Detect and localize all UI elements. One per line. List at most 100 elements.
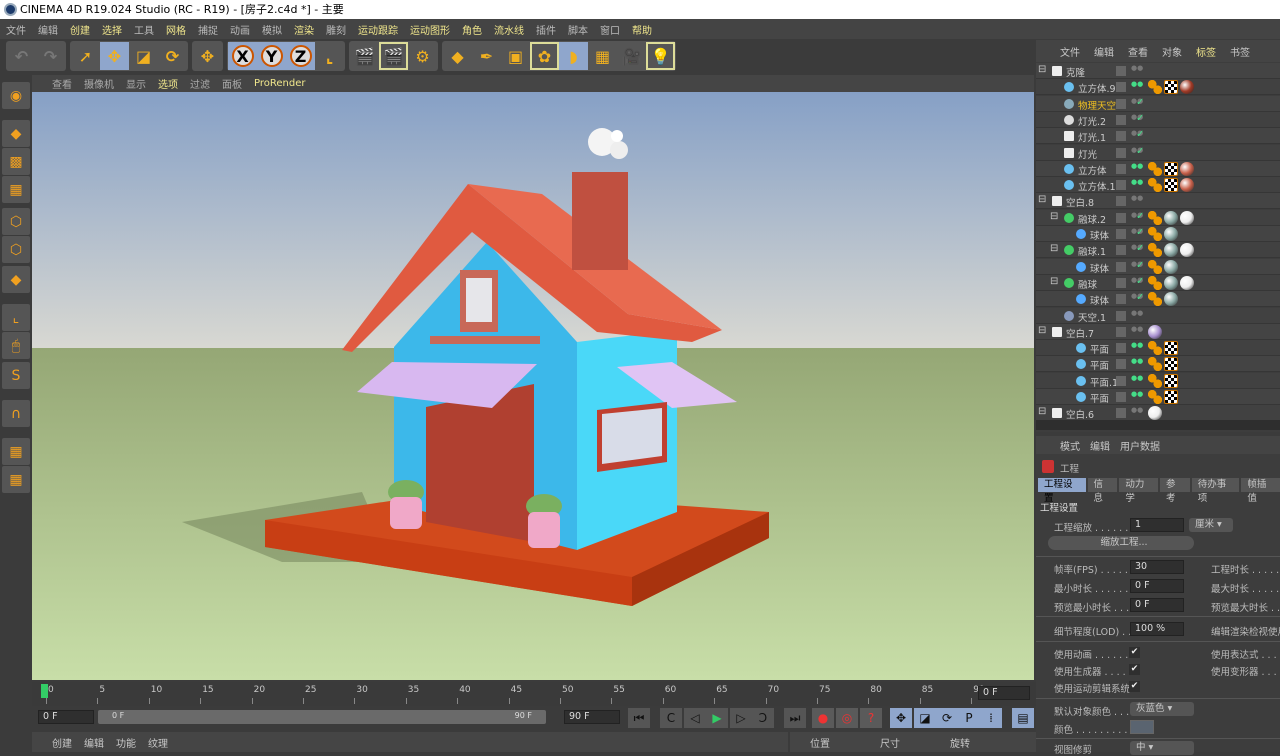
- use-generator-checkbox[interactable]: ✔: [1129, 664, 1140, 675]
- previous-key-button[interactable]: C: [660, 708, 682, 728]
- enabled-check-icon[interactable]: ✓: [1136, 211, 1144, 222]
- coordinate-system-button[interactable]: ⌞: [315, 42, 344, 70]
- object-name[interactable]: 灯光.1: [1078, 130, 1106, 144]
- timeline-window-button[interactable]: ▤: [1012, 708, 1034, 728]
- subdivision-button[interactable]: ▣: [501, 42, 530, 70]
- object-row[interactable]: 灯光.1 ●● ✓: [1036, 128, 1280, 145]
- uvw-tag[interactable]: [1164, 357, 1178, 372]
- visibility-dots[interactable]: ●●: [1131, 228, 1143, 240]
- layer-toggle[interactable]: [1116, 408, 1126, 419]
- solo-button[interactable]: S: [2, 362, 30, 389]
- layer-toggle[interactable]: [1116, 147, 1126, 158]
- uvw-tag[interactable]: [1164, 161, 1178, 176]
- layer-toggle[interactable]: [1116, 375, 1126, 386]
- phong-tag[interactable]: [1148, 227, 1162, 241]
- material-tag[interactable]: [1180, 210, 1194, 225]
- menu-item[interactable]: 脚本: [568, 22, 588, 37]
- viewport[interactable]: [32, 92, 1034, 680]
- object-name[interactable]: 灯光: [1078, 147, 1097, 161]
- enabled-check-icon[interactable]: ✓: [1136, 292, 1144, 303]
- menu-item[interactable]: 渲染: [294, 22, 314, 37]
- move-button[interactable]: ✥: [100, 42, 129, 70]
- layer-toggle[interactable]: [1116, 98, 1126, 109]
- enabled-check-icon[interactable]: ✓: [1136, 260, 1144, 271]
- keyframe-selection-button[interactable]: ?: [860, 708, 882, 728]
- menu-item[interactable]: 工具: [134, 22, 154, 37]
- object-name[interactable]: 平面: [1090, 391, 1109, 405]
- quantize-button[interactable]: ▦: [2, 466, 30, 493]
- menu-item[interactable]: 编辑: [38, 22, 58, 37]
- texture-mode-button[interactable]: ▩: [2, 148, 30, 175]
- render-settings-button[interactable]: ⚙: [408, 42, 437, 70]
- object-name[interactable]: 融球: [1078, 277, 1097, 291]
- enabled-check-icon[interactable]: ✓: [1136, 276, 1144, 287]
- phong-tag[interactable]: [1148, 292, 1162, 307]
- layer-toggle[interactable]: [1116, 163, 1126, 174]
- menu-item[interactable]: 雕刻: [326, 22, 346, 37]
- layer-toggle[interactable]: [1116, 245, 1126, 256]
- tab-2[interactable]: 动力学: [1119, 478, 1158, 504]
- make-editable-button[interactable]: ◉: [2, 82, 30, 109]
- visibility-dots[interactable]: ●●: [1131, 342, 1143, 354]
- workplane-button[interactable]: ▦: [2, 176, 30, 203]
- object-row[interactable]: ⊟ 融球.2 ●● ✓: [1036, 209, 1280, 226]
- menu-item[interactable]: 动画: [230, 22, 250, 37]
- layer-toggle[interactable]: [1116, 359, 1126, 370]
- phong-tag[interactable]: [1148, 357, 1162, 372]
- rotate-key-button[interactable]: ⟳: [936, 708, 958, 728]
- visibility-dots[interactable]: ●●: [1131, 97, 1143, 110]
- layer-toggle[interactable]: [1116, 212, 1126, 223]
- axis-mode-button[interactable]: ⌞: [2, 304, 30, 331]
- object-name[interactable]: 球体: [1090, 228, 1109, 242]
- visibility-dots[interactable]: ●●: [1131, 407, 1143, 419]
- floor-button[interactable]: ▦: [588, 42, 617, 70]
- object-row[interactable]: 球体 ●● ✓: [1036, 291, 1280, 308]
- visibility-dots[interactable]: ●●: [1131, 195, 1143, 207]
- y-axis-button[interactable]: Y: [257, 42, 286, 70]
- object-row[interactable]: 灯光.2 ●● ✓: [1036, 111, 1280, 128]
- object-name[interactable]: 空白.8: [1066, 195, 1094, 209]
- recent-tool-button[interactable]: ✥: [193, 42, 222, 70]
- material-menu-item[interactable]: 编辑: [84, 735, 104, 750]
- material-tag[interactable]: [1164, 227, 1178, 241]
- edges-mode-button[interactable]: ⬡: [2, 236, 30, 263]
- object-name[interactable]: 立方体: [1078, 163, 1107, 177]
- visibility-dots[interactable]: ●●: [1131, 113, 1143, 126]
- viewport-menu-item[interactable]: 显示: [126, 76, 146, 91]
- material-tag[interactable]: [1164, 210, 1178, 225]
- camera-button[interactable]: 🎥: [617, 42, 646, 70]
- use-animation-checkbox[interactable]: ✔: [1129, 647, 1140, 658]
- uvw-tag[interactable]: [1164, 80, 1178, 95]
- visibility-dots[interactable]: ●●: [1131, 211, 1143, 224]
- object-name[interactable]: 融球.2: [1078, 212, 1106, 226]
- phong-tag[interactable]: [1148, 243, 1162, 258]
- visibility-dots[interactable]: ●●: [1131, 276, 1143, 289]
- material-tag[interactable]: [1164, 243, 1178, 258]
- visibility-dots[interactable]: ●●: [1131, 309, 1143, 322]
- menu-item[interactable]: 角色: [462, 22, 482, 37]
- phong-tag[interactable]: [1148, 161, 1162, 176]
- previous-frame-button[interactable]: ◁: [684, 708, 706, 728]
- object-row[interactable]: ⊟ 空白.7 ●●: [1036, 323, 1280, 340]
- uvw-tag[interactable]: [1164, 373, 1178, 388]
- lod-input[interactable]: 100 %: [1130, 622, 1184, 636]
- layer-toggle[interactable]: [1116, 131, 1126, 142]
- object-name[interactable]: 平面.1: [1090, 375, 1118, 389]
- object-name[interactable]: 空白.7: [1066, 326, 1094, 340]
- material-menu-item[interactable]: 功能: [116, 735, 136, 750]
- current-frame-field[interactable]: 0 F: [978, 686, 1030, 700]
- expand-toggle-icon[interactable]: ⊟: [1038, 406, 1046, 417]
- object-row[interactable]: ⊟ 空白.6 ●●: [1036, 405, 1280, 422]
- unit-dropdown[interactable]: 厘米 ▾: [1189, 518, 1233, 532]
- preview-min-input[interactable]: 0 F: [1130, 598, 1184, 612]
- visibility-dots[interactable]: ●●: [1131, 130, 1143, 142]
- menu-item[interactable]: 模拟: [262, 22, 282, 37]
- uvw-tag[interactable]: [1164, 178, 1178, 193]
- min-time-input[interactable]: 0 F: [1130, 579, 1184, 593]
- object-name[interactable]: 球体: [1090, 293, 1109, 307]
- enabled-check-icon[interactable]: ✓: [1136, 97, 1144, 108]
- go-to-start-button[interactable]: ⏮: [628, 708, 650, 728]
- polygons-mode-button[interactable]: ◆: [2, 266, 30, 293]
- visibility-dots[interactable]: ●●: [1131, 358, 1143, 370]
- menu-item[interactable]: 捕捉: [198, 22, 218, 37]
